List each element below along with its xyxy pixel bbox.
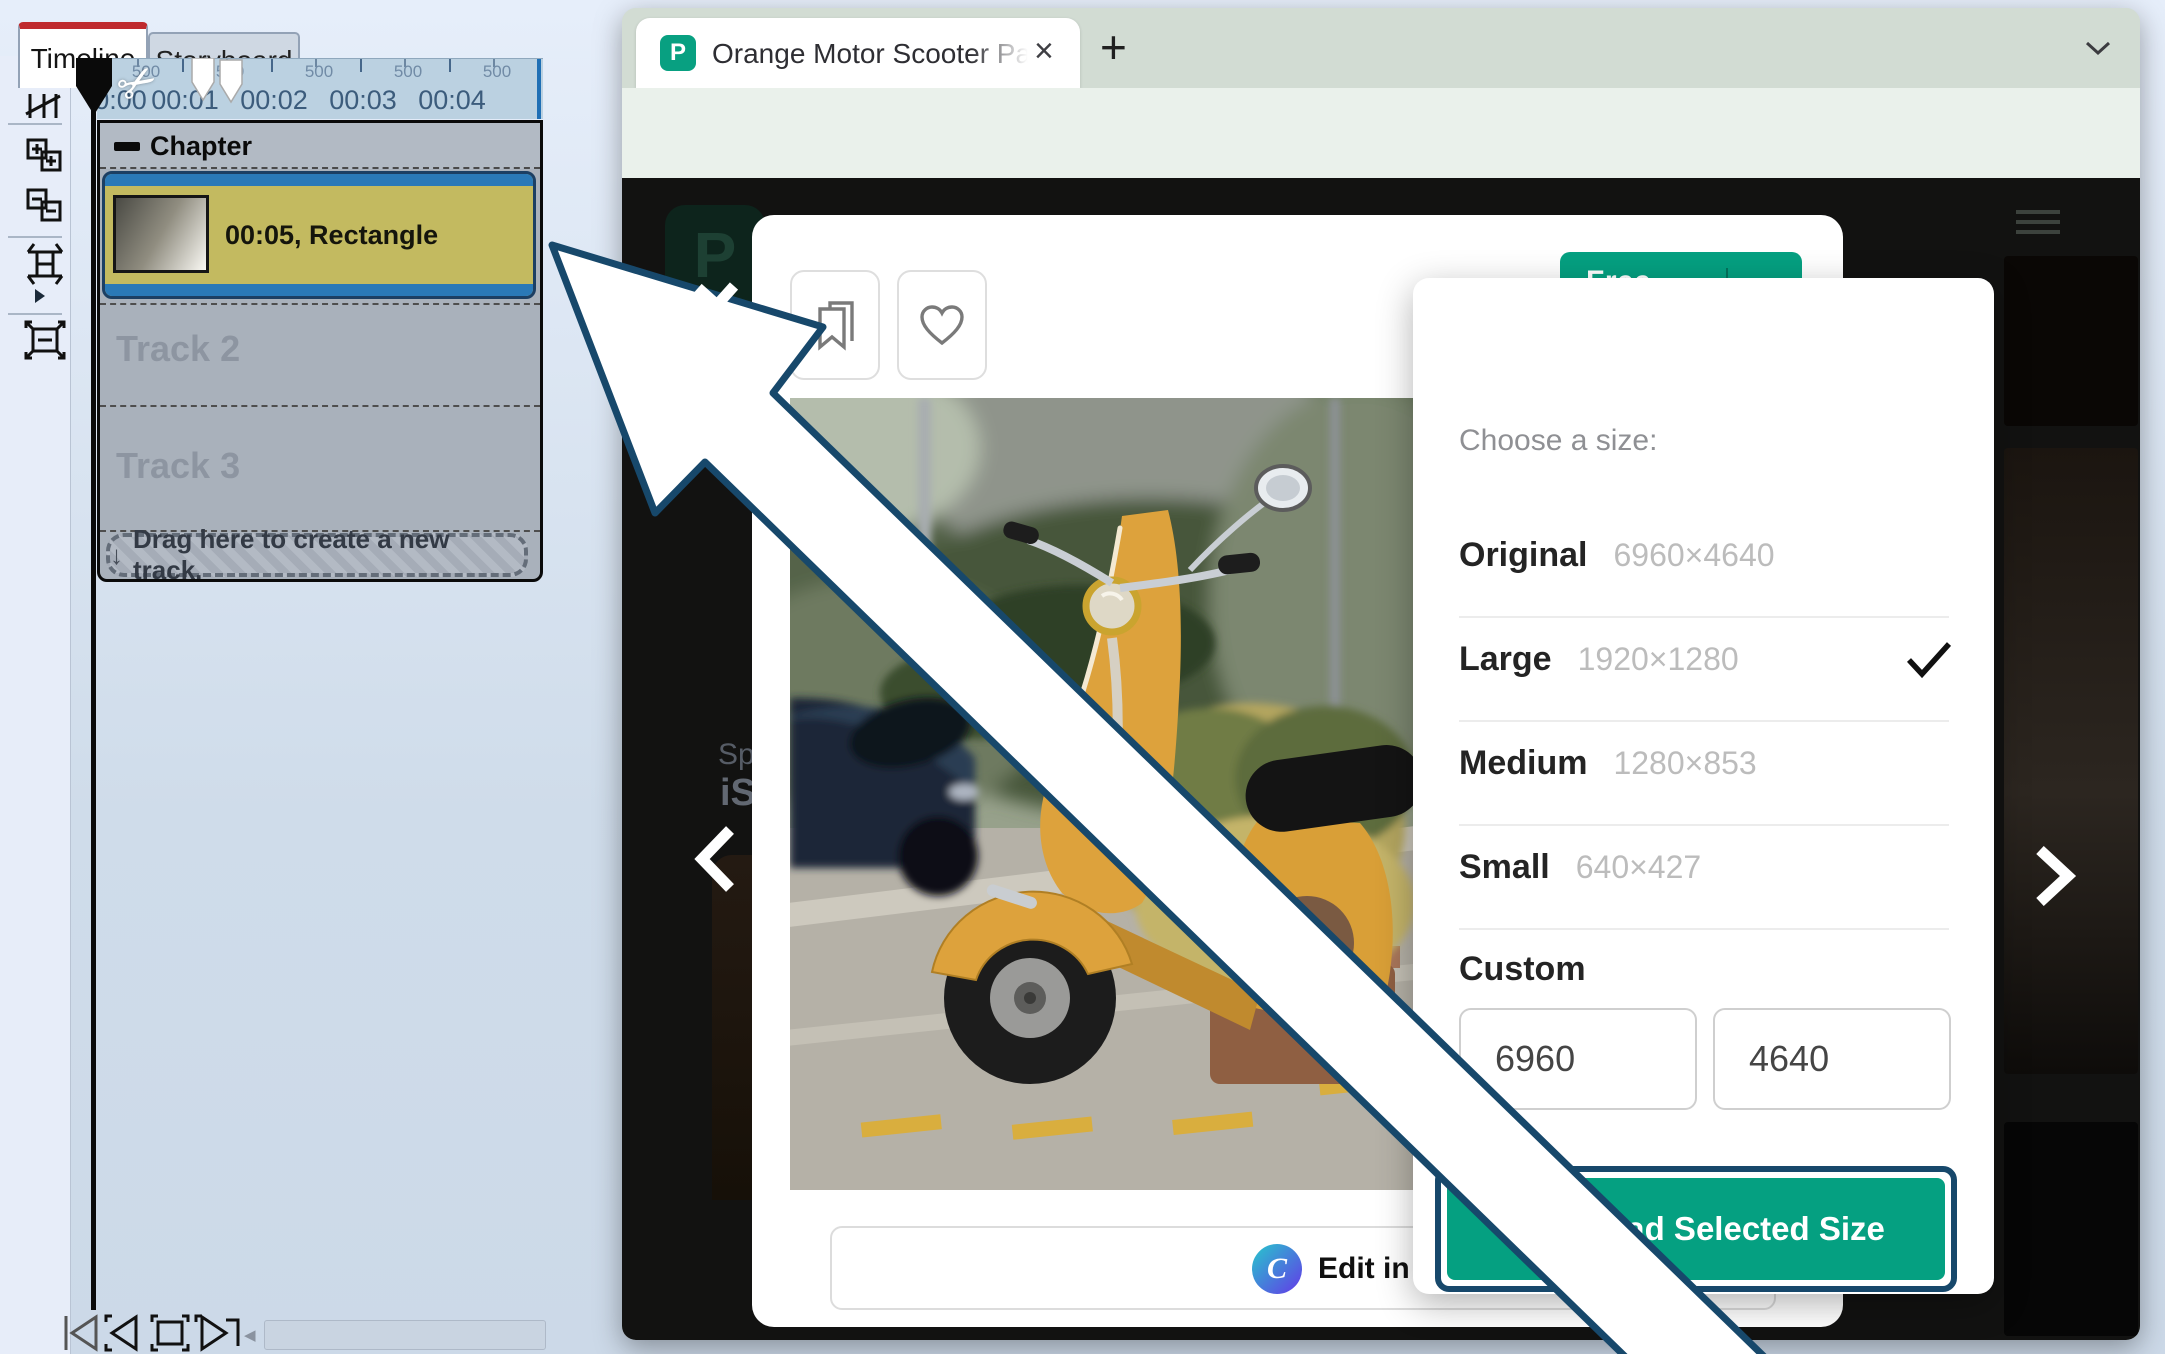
download-selected-size-button[interactable]: Download Selected Size	[1447, 1178, 1945, 1280]
screen: Timeline Storyboard 500 500 500 500 500 …	[0, 0, 2165, 1354]
track-divider	[100, 405, 540, 407]
page-content: P Sponso iStock	[622, 178, 2140, 1340]
ruler-ms-label: 500	[482, 62, 512, 81]
ruler-tick	[360, 59, 362, 72]
clip-bottom-bar	[105, 284, 533, 296]
size-dims: 6960×4640	[1613, 537, 1775, 573]
related-photo-thumb[interactable]	[2004, 448, 2138, 1074]
track3-label: Track 3	[116, 445, 241, 486]
browser-toolbar: ← →	[622, 88, 2140, 238]
size-dims: 1280×853	[1613, 745, 1757, 781]
page-menu-icon[interactable]	[2016, 210, 2060, 240]
list-tabs-chevron-icon[interactable]	[2084, 40, 2112, 56]
download-selected-size-label: Download Selected Size	[1507, 1210, 1885, 1247]
size-label: Large	[1459, 640, 1552, 678]
browser-tab[interactable]: P Orange Motor Scooter Parked o ×	[636, 18, 1080, 88]
size-dims: 1920×1280	[1577, 641, 1739, 677]
rail-divider	[8, 123, 62, 125]
custom-size-label: Custom	[1459, 950, 1586, 988]
download-size-panel: Choose a size: Original 6960×4640 Large …	[1413, 278, 1994, 1294]
add-track-icon[interactable]	[26, 138, 64, 174]
size-option-original[interactable]: Original 6960×4640	[1459, 536, 1951, 584]
edit-in-label: Edit in	[1318, 1252, 1410, 1285]
size-label: Original	[1459, 536, 1588, 574]
playhead-handle[interactable]	[76, 58, 112, 116]
chapter-track-label: Chapter	[150, 131, 253, 161]
custom-height-input[interactable]	[1713, 1008, 1951, 1110]
carousel-next-icon[interactable]	[2032, 846, 2078, 906]
related-photo-thumb[interactable]	[2004, 1122, 2138, 1336]
ruler-tick	[182, 59, 184, 72]
browser-tabbar: P Orange Motor Scooter Parked o × +	[622, 8, 2140, 88]
scooter-photo	[790, 398, 1413, 1190]
related-photo-thumb[interactable]	[2004, 256, 2138, 426]
browser-tab-title: Orange Motor Scooter Parked o	[712, 38, 1028, 69]
ruler-ms-label: 500	[393, 62, 423, 81]
chapter-track-header[interactable]: Chapter	[100, 123, 540, 169]
ruler-time-label: 00:04	[418, 85, 486, 115]
pexels-favicon: P	[660, 35, 696, 71]
row-divider	[1459, 824, 1949, 826]
size-dims: 640×427	[1575, 849, 1702, 885]
ruler-tick	[271, 59, 273, 72]
tool-expand-arrow-icon[interactable]	[34, 288, 46, 304]
clip-top-bar	[105, 174, 533, 186]
ruler-end-marker	[537, 59, 541, 119]
scroll-left-icon[interactable]: ◀	[244, 1326, 256, 1344]
track2-label: Track 2	[116, 328, 241, 369]
close-x-icon[interactable]	[690, 278, 744, 330]
download-highlight-box: Download Selected Size	[1435, 1166, 1957, 1292]
tracks-container: Chapter 00:05, Rectangle Track 2 Track 3…	[97, 120, 543, 582]
ruler-time-label: 00:03	[329, 85, 397, 115]
size-panel-heading: Choose a size:	[1459, 424, 1658, 457]
timeline-scrollbar[interactable]	[264, 1320, 546, 1350]
rail-divider	[8, 236, 62, 238]
track-divider	[100, 303, 540, 305]
down-arrow-icon: ↓	[110, 539, 123, 570]
timeline-clip-rectangle[interactable]: 00:05, Rectangle	[102, 171, 536, 299]
trim-clip-icon[interactable]	[24, 242, 66, 286]
close-tab-icon[interactable]: ×	[1034, 32, 1054, 71]
resize-clip-icon[interactable]	[24, 320, 66, 360]
timeline-markers-icon[interactable]	[190, 58, 248, 106]
size-option-small[interactable]: Small 640×427	[1459, 848, 1951, 896]
custom-width-input[interactable]	[1459, 1008, 1697, 1110]
prev-frame-icon	[104, 1314, 138, 1352]
row-divider	[1459, 616, 1949, 618]
collapse-track-icon[interactable]	[114, 142, 140, 151]
firefox-window: P Orange Motor Scooter Parked o × + ← →	[622, 8, 2140, 1340]
canva-icon: C	[1252, 1244, 1302, 1294]
ruler-ms-label: 500	[304, 62, 334, 81]
playhead-line[interactable]	[91, 58, 96, 1310]
add-to-collection-button[interactable]	[790, 270, 880, 380]
size-label: Medium	[1459, 744, 1588, 782]
size-label: Small	[1459, 848, 1550, 886]
row-divider	[1459, 928, 1949, 930]
selected-check-icon	[1905, 640, 1953, 680]
like-heart-button[interactable]	[897, 270, 987, 380]
carousel-prev-icon[interactable]	[692, 826, 738, 892]
new-track-hint: Drag here to create a new track.	[133, 524, 450, 582]
clip-label: 00:05, Rectangle	[225, 220, 439, 250]
new-track-drop-zone[interactable]: ↓ Drag here to create a new track.	[106, 524, 528, 579]
remove-track-icon[interactable]	[26, 188, 64, 224]
new-tab-button[interactable]: +	[1100, 20, 1127, 74]
rail-divider	[8, 313, 62, 315]
size-option-medium[interactable]: Medium 1280×853	[1459, 744, 1951, 792]
clip-thumbnail	[113, 195, 209, 273]
row-divider	[1459, 720, 1949, 722]
playback-controls	[60, 1312, 250, 1354]
size-option-large[interactable]: Large 1920×1280	[1459, 640, 1951, 688]
ruler-tick	[449, 59, 451, 72]
